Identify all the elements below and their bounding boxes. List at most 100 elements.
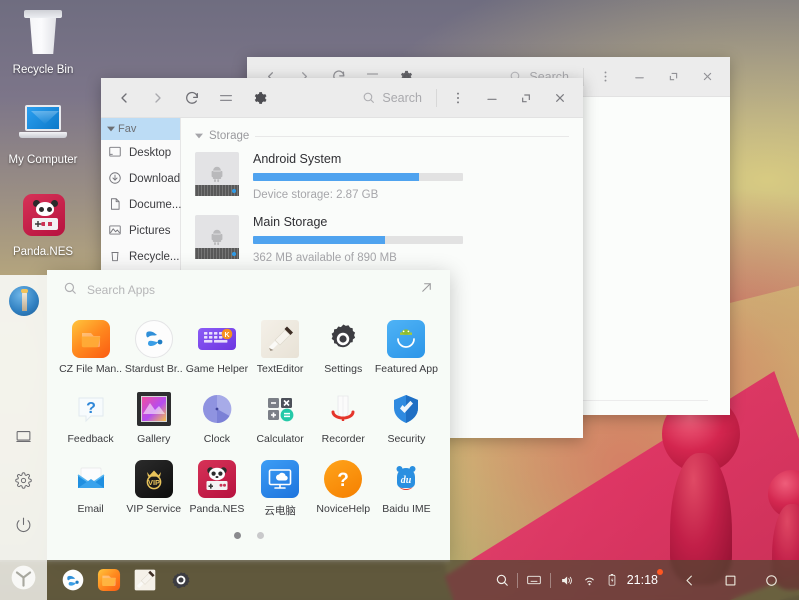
app-recorder[interactable]: Recorder <box>312 386 375 448</box>
tray-search[interactable] <box>495 573 509 587</box>
app-clock[interactable]: Clock <box>185 386 248 448</box>
taskbar-settings[interactable] <box>167 566 195 594</box>
app-panda-nes[interactable]: Panda.NES <box>185 456 248 521</box>
sidebar-item-desktop[interactable]: Desktop <box>101 140 180 166</box>
close-icon[interactable] <box>543 81 577 115</box>
forward-icon[interactable] <box>141 81 175 115</box>
minimize-icon[interactable] <box>622 60 656 94</box>
sidebar-item-recycle[interactable]: Recycle... <box>101 244 180 270</box>
panda-nes-icon <box>17 190 69 242</box>
taskbar-clock[interactable]: 21:18 <box>627 569 663 587</box>
sidebar-item-documents[interactable]: Docume... <box>101 192 181 218</box>
tray-wifi[interactable] <box>582 573 597 588</box>
file-manager-search-placeholder: Search <box>382 90 422 105</box>
app-novicehelp[interactable]: ? NoviceHelp <box>312 456 375 521</box>
app-label: Clock <box>203 433 231 445</box>
app-settings[interactable]: Settings <box>312 316 375 378</box>
sidebar-item-label: Desktop <box>129 147 172 159</box>
power-icon <box>15 516 32 538</box>
android-thumbnail-icon <box>195 152 239 196</box>
power-button[interactable] <box>7 510 41 544</box>
notification-badge <box>657 569 663 575</box>
storage-item-android-system[interactable]: Android System Device storage: 2.87 GB <box>195 152 569 201</box>
storage-section-header[interactable]: Storage <box>195 130 569 142</box>
display-button[interactable] <box>7 422 41 456</box>
sidebar-group-fav[interactable]: Fav <box>101 118 180 140</box>
sidebar-item-label: Recycle... <box>129 251 180 263</box>
pager-dot-1[interactable] <box>233 532 241 539</box>
security-shield-icon <box>387 390 425 428</box>
nav-home[interactable] <box>723 573 738 588</box>
settings-gear-icon <box>324 320 362 358</box>
minimize-icon[interactable] <box>475 81 509 115</box>
display-icon <box>15 428 32 450</box>
taskbar-texteditor[interactable] <box>131 566 159 594</box>
taskbar-apps <box>47 566 195 594</box>
desktop-icon-recycle-bin[interactable]: Recycle Bin <box>3 8 83 76</box>
back-icon[interactable] <box>107 81 141 115</box>
gear-icon[interactable] <box>243 81 277 115</box>
vip-service-icon: VIP <box>134 460 173 498</box>
file-manager-titlebar[interactable]: Search <box>101 78 583 118</box>
storage-item-sub: Device storage: 2.87 GB <box>253 189 379 201</box>
launcher-search-input[interactable]: Search Apps <box>87 283 155 297</box>
app-security[interactable]: Security <box>375 386 438 448</box>
recycle-icon <box>108 249 122 266</box>
sidebar-item-pictures[interactable]: Pictures <box>101 218 180 244</box>
app-feedback[interactable]: ? Feedback <box>59 386 122 448</box>
feedback-icon: ? <box>72 390 110 428</box>
start-logo-icon <box>11 565 36 595</box>
app-texteditor[interactable]: TextEditor <box>249 316 312 378</box>
user-avatar[interactable] <box>8 286 39 316</box>
app-cloud-pc[interactable]: 云电脑 <box>249 456 312 521</box>
tray-volume[interactable] <box>559 573 574 588</box>
taskbar-file-manager[interactable] <box>95 566 123 594</box>
sidebar-item-label: Download <box>129 173 181 185</box>
reload-icon[interactable] <box>175 81 209 115</box>
tray-keyboard[interactable] <box>526 572 542 588</box>
app-game-helper[interactable]: K Game Helper <box>185 316 248 378</box>
desktop-icon-label: Recycle Bin <box>12 64 74 76</box>
start-button[interactable] <box>0 560 47 600</box>
app-baidu-ime[interactable]: du Baidu IME <box>375 456 438 521</box>
app-label: Baidu IME <box>382 503 431 515</box>
app-email[interactable]: Email <box>59 456 122 521</box>
hamburger-icon[interactable] <box>209 81 243 115</box>
app-label: 云电脑 <box>264 505 296 517</box>
tray-divider <box>516 572 518 588</box>
sidebar-item-download[interactable]: Download <box>101 166 180 192</box>
more-vertical-icon[interactable] <box>441 81 475 115</box>
close-icon[interactable] <box>690 60 724 94</box>
tray-divider <box>549 572 551 588</box>
app-launcher-panel[interactable]: Search Apps CZ File Man.. Stardust Br.. … <box>47 270 450 562</box>
desktop-icon-panda-nes[interactable]: Panda.NES <box>3 190 83 258</box>
app-featured-app[interactable]: Featured App <box>375 316 438 378</box>
nav-back[interactable] <box>682 573 697 588</box>
svg-text:?: ? <box>337 470 349 491</box>
nav-recents[interactable] <box>764 573 779 588</box>
file-manager-search-input[interactable]: Search <box>352 91 432 105</box>
app-calculator[interactable]: Calculator <box>249 386 312 448</box>
taskbar-browser[interactable] <box>59 566 87 594</box>
pager-dot-2[interactable] <box>256 532 264 539</box>
app-gallery[interactable]: Gallery <box>122 386 185 448</box>
maximize-icon[interactable] <box>656 60 690 94</box>
app-cz-file-manager[interactable]: CZ File Man.. <box>59 316 122 378</box>
settings-button[interactable] <box>7 466 41 500</box>
navigation-buttons <box>668 573 799 588</box>
maximize-icon[interactable] <box>509 81 543 115</box>
desktop-icon-my-computer[interactable]: My Computer <box>3 98 83 166</box>
app-label: Email <box>77 503 104 515</box>
app-stardust-browser[interactable]: Stardust Br.. <box>122 316 185 378</box>
section-rule <box>255 135 569 137</box>
app-vip-service[interactable]: VIP VIP Service <box>122 456 185 521</box>
sidebar-group-label: Fav <box>118 123 137 135</box>
storage-progress-fill <box>253 236 386 244</box>
expand-arrow-icon[interactable] <box>419 280 434 300</box>
document-icon <box>108 197 122 214</box>
email-icon <box>72 460 110 498</box>
more-vertical-icon[interactable] <box>588 60 622 94</box>
tray-battery[interactable] <box>605 573 619 587</box>
desktop-icon <box>108 145 122 162</box>
storage-item-main-storage[interactable]: Main Storage 362 MB available of 890 MB <box>195 215 569 264</box>
